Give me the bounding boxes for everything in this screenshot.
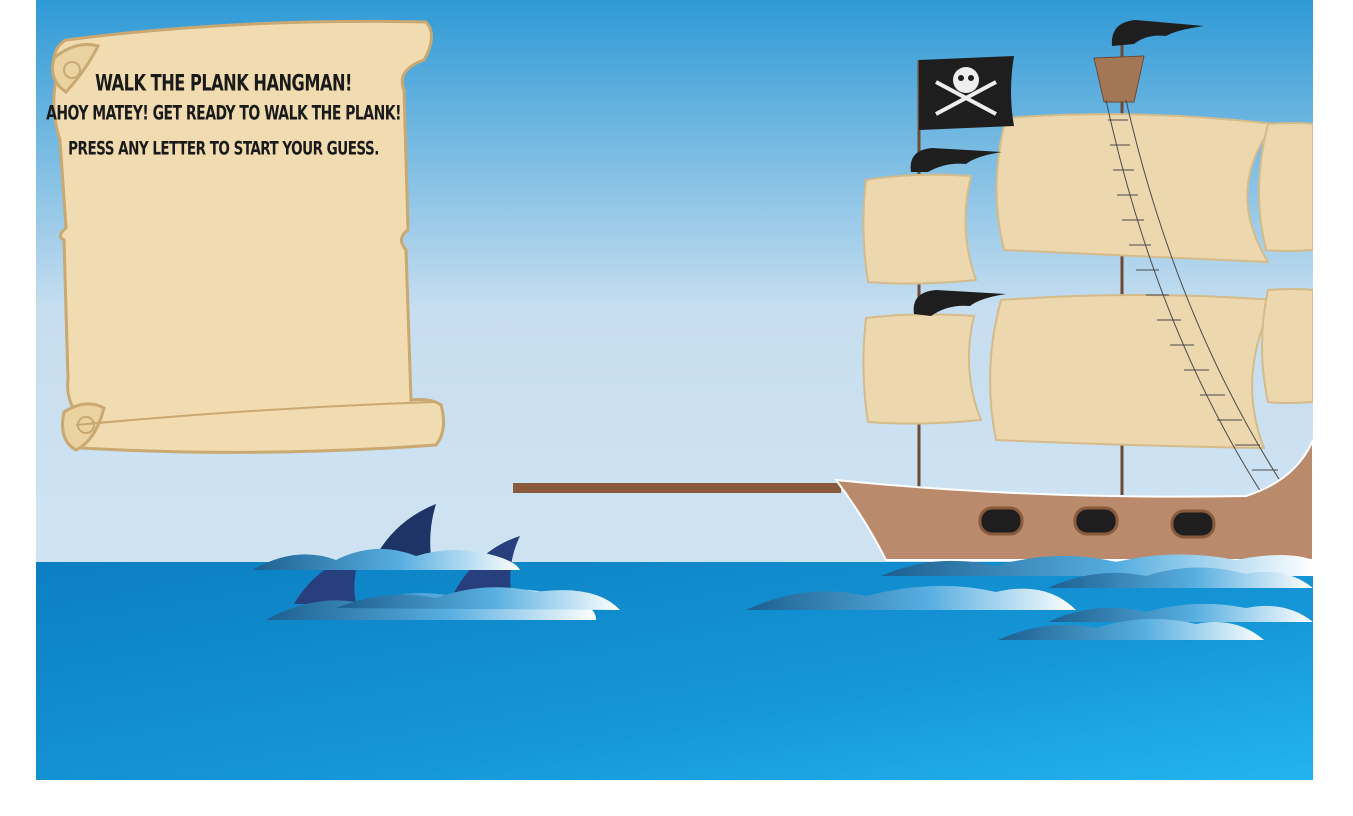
porthole-icon xyxy=(1073,506,1119,536)
sea xyxy=(36,562,1313,780)
game-subtitle: Ahoy Matey! Get ready to walk the plank! xyxy=(46,101,401,125)
jolly-roger-flag-icon xyxy=(919,56,1014,130)
plank xyxy=(513,483,841,493)
porthole-icon xyxy=(1170,509,1216,539)
game-instruction: Press any letter to start your guess. xyxy=(68,136,379,160)
porthole-icon xyxy=(978,506,1024,536)
game-title: Walk the Plank Hangman! xyxy=(95,70,352,97)
